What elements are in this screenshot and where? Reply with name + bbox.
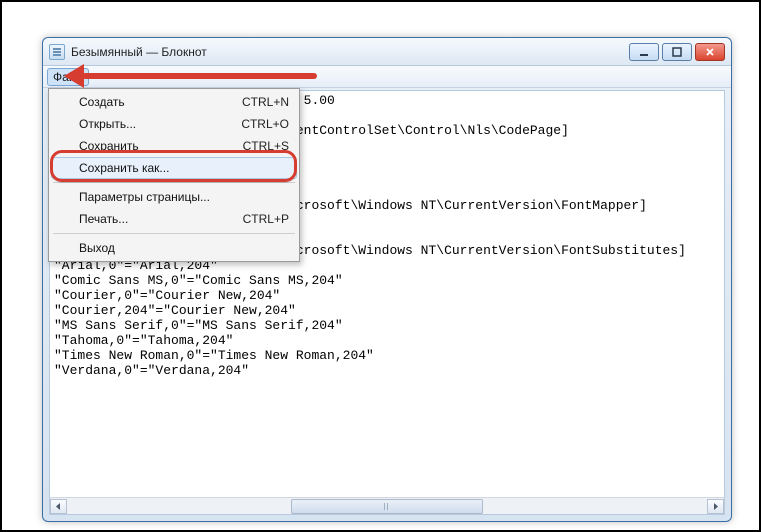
window-buttons bbox=[629, 43, 725, 61]
menu-file[interactable]: Файл bbox=[47, 68, 89, 86]
screenshot-canvas: Безымянный — Блокнот Файл Формат Вид Спр… bbox=[0, 0, 761, 532]
scroll-left-button[interactable] bbox=[50, 499, 67, 514]
menu-item-page-setup[interactable]: Параметры страницы... bbox=[51, 186, 297, 208]
menu-item-exit[interactable]: Выход bbox=[51, 237, 297, 259]
close-button[interactable] bbox=[695, 43, 725, 61]
menu-item-label: Открыть... bbox=[79, 117, 136, 131]
menu-item-create[interactable]: Создать CTRL+N bbox=[51, 91, 297, 113]
scroll-thumb[interactable] bbox=[291, 499, 483, 514]
menu-item-label: Сохранить bbox=[79, 139, 139, 153]
horizontal-scrollbar[interactable] bbox=[50, 497, 724, 514]
menu-item-save-as[interactable]: Сохранить как... bbox=[51, 157, 297, 179]
menu-shortcut: CTRL+O bbox=[241, 117, 289, 131]
file-menu-dropdown: Создать CTRL+N Открыть... CTRL+O Сохрани… bbox=[48, 88, 300, 262]
menu-shortcut: CTRL+S bbox=[243, 139, 289, 153]
menu-item-label: Выход bbox=[79, 241, 115, 255]
menu-shortcut: CTRL+P bbox=[243, 212, 289, 226]
titlebar[interactable]: Безымянный — Блокнот bbox=[43, 38, 731, 66]
menu-item-label: Печать... bbox=[79, 212, 128, 226]
menu-separator bbox=[53, 182, 295, 183]
menu-item-open[interactable]: Открыть... CTRL+O bbox=[51, 113, 297, 135]
notepad-icon bbox=[49, 44, 65, 60]
menu-shortcut: CTRL+N bbox=[242, 95, 289, 109]
maximize-button[interactable] bbox=[662, 43, 692, 61]
menu-item-label: Сохранить как... bbox=[79, 161, 169, 175]
minimize-button[interactable] bbox=[629, 43, 659, 61]
scroll-right-button[interactable] bbox=[707, 499, 724, 514]
menubar: Файл Формат Вид Справка bbox=[43, 66, 731, 88]
menu-item-label: Параметры страницы... bbox=[79, 190, 210, 204]
menu-item-print[interactable]: Печать... CTRL+P bbox=[51, 208, 297, 230]
window-title: Безымянный — Блокнот bbox=[71, 45, 629, 59]
menu-separator bbox=[53, 233, 295, 234]
menu-item-label: Создать bbox=[79, 95, 125, 109]
menu-item-save[interactable]: Сохранить CTRL+S bbox=[51, 135, 297, 157]
scroll-track[interactable] bbox=[67, 499, 707, 514]
